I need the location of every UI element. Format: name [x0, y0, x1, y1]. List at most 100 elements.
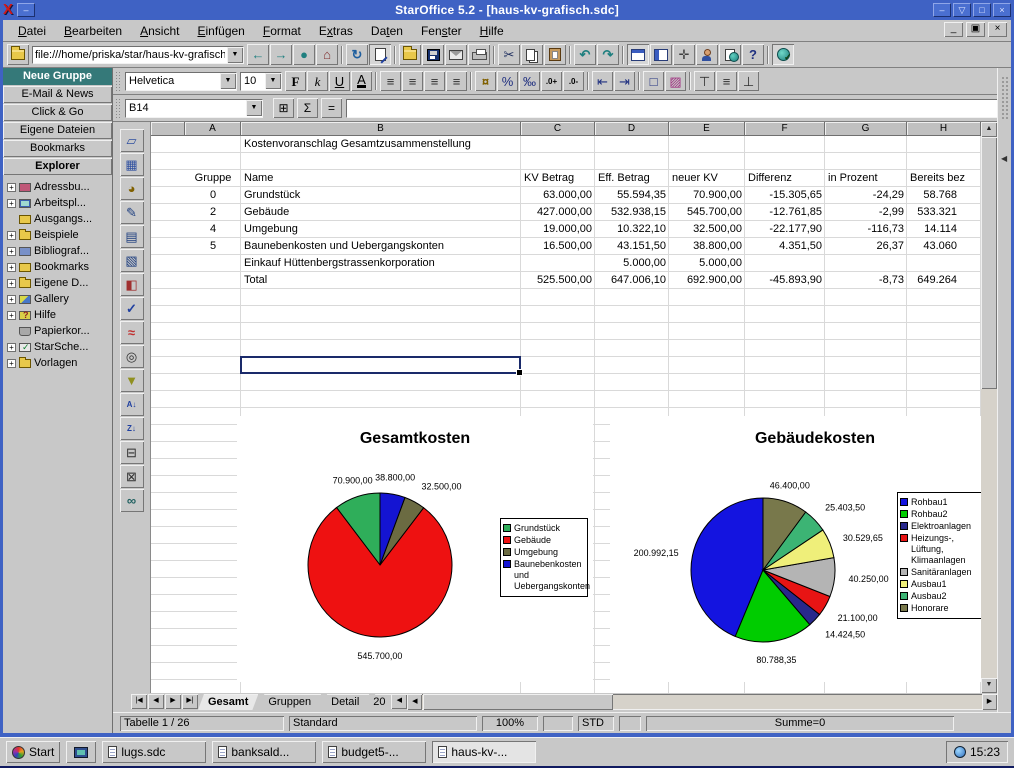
cell-B7[interactable]: Baunebenkosten und Uebergangskonten	[241, 238, 521, 255]
sheet-tab-gruppen[interactable]: Gruppen	[258, 694, 321, 710]
autofilter-button[interactable]: ▼	[120, 369, 144, 392]
chart-object-1[interactable]: Gesamtkosten70.900,00545.700,0032.500,00…	[237, 416, 593, 682]
document-minimize-button[interactable]: _	[944, 22, 963, 37]
help-agent-button[interactable]: ?	[742, 44, 764, 65]
cell-B1[interactable]: Kostenvoranschlag Gesamtzusammenstellung	[241, 136, 641, 153]
sheet-area-dropdown[interactable]: ▼	[246, 100, 262, 116]
tree-expander-icon[interactable]: +	[7, 231, 16, 240]
cell-C9[interactable]: 525.500,00	[521, 272, 595, 289]
cell-A5[interactable]: 2	[185, 204, 241, 221]
tree-item-beispiele[interactable]: +Beispiele	[7, 227, 112, 243]
cell-G5[interactable]: -2,99	[825, 204, 907, 221]
cell-D3[interactable]: Eff. Betrag	[595, 170, 669, 187]
cell-E5[interactable]: 545.700,00	[669, 204, 745, 221]
vertical-scrollbar[interactable]: ▲ ▼	[981, 122, 997, 693]
window-close-button[interactable]: ×	[993, 3, 1011, 17]
task-lugssdc[interactable]: lugs.sdc	[102, 741, 206, 763]
document-close-button[interactable]: ×	[988, 22, 1007, 37]
tree-item-papierkor[interactable]: +Papierkor...	[7, 323, 112, 339]
next-sheet-button[interactable]: ▶	[165, 694, 181, 709]
align-top-button[interactable]: ⊤	[694, 71, 715, 91]
cell-C7[interactable]: 16.500,00	[521, 238, 595, 255]
sidebar-group-e-mail-news[interactable]: E-Mail & News	[3, 86, 112, 103]
number-format-currency-button[interactable]: ¤	[475, 71, 496, 91]
task-budget5[interactable]: budget5-...	[322, 741, 426, 763]
font-color-button[interactable]: A	[351, 71, 372, 91]
align-center-button[interactable]: ≡	[402, 71, 423, 91]
document-as-email-button[interactable]	[445, 44, 467, 65]
online-layout-button[interactable]	[772, 44, 794, 65]
reload-button[interactable]: ↻	[346, 44, 368, 65]
tree-item-bookmarks[interactable]: +Bookmarks	[7, 259, 112, 275]
cell-C5[interactable]: 427.000,00	[521, 204, 595, 221]
document-restore-button[interactable]: ▣	[966, 22, 985, 37]
sheet-area-combo[interactable]: B14 ▼	[125, 99, 263, 118]
cell-D5[interactable]: 532.938,15	[595, 204, 669, 221]
tree-item-starsche[interactable]: +StarSche...	[7, 339, 112, 355]
sum-button[interactable]: Σ	[297, 98, 318, 118]
tree-item-adressbu[interactable]: +Adressbu...	[7, 179, 112, 195]
sheet-tab-detail[interactable]: Detail	[321, 694, 369, 710]
save-button[interactable]	[422, 44, 444, 65]
cell-A6[interactable]: 4	[185, 221, 241, 238]
tree-item-bibliograf[interactable]: +Bibliograf...	[7, 243, 112, 259]
align-right-button[interactable]: ≡	[424, 71, 445, 91]
cell-H9[interactable]: 649.264	[907, 272, 981, 289]
edit-file-button[interactable]	[369, 44, 391, 65]
column-header-G[interactable]: G	[825, 122, 907, 136]
previous-sheet-button[interactable]: ◀	[148, 694, 164, 709]
cut-button[interactable]: ✂	[498, 44, 520, 65]
cell-B4[interactable]: Grundstück	[241, 187, 521, 204]
formula-bar-grip[interactable]	[115, 98, 122, 118]
align-bottom-button[interactable]: ⊥	[738, 71, 759, 91]
font-size-dropdown[interactable]: ▼	[265, 73, 281, 89]
menu-fenster[interactable]: Fenster	[412, 22, 471, 40]
cell-H6[interactable]: 14.114	[907, 221, 981, 238]
task-hauskv[interactable]: haus-kv-...	[432, 741, 536, 763]
object-bar-grip[interactable]	[115, 71, 122, 91]
copy-button[interactable]	[521, 44, 543, 65]
cell-G4[interactable]: -24,29	[825, 187, 907, 204]
sidebar-group-eigene-dateien[interactable]: Eigene Dateien	[3, 122, 112, 139]
tree-expander-icon[interactable]: +	[7, 199, 16, 208]
function-list-button[interactable]: ⊞	[273, 98, 294, 118]
paste-button[interactable]	[544, 44, 566, 65]
open-button[interactable]	[399, 44, 421, 65]
cell-F9[interactable]: -45.893,90	[745, 272, 825, 289]
insert-button[interactable]: ▱	[120, 129, 144, 152]
column-header-H[interactable]: H	[907, 122, 981, 136]
print-button[interactable]	[468, 44, 490, 65]
menu-bearbeiten[interactable]: Bearbeiten	[55, 22, 131, 40]
cell-E8[interactable]: 5.000,00	[669, 255, 745, 272]
tree-expander-icon[interactable]: +	[7, 311, 16, 320]
spellcheck-button[interactable]: ✓	[120, 297, 144, 320]
align-center-vertical-button[interactable]: ≡	[716, 71, 737, 91]
cell-E7[interactable]: 38.800,00	[669, 238, 745, 255]
auto-spellcheck-button[interactable]: ≈	[120, 321, 144, 344]
cell-B5[interactable]: Gebäude	[241, 204, 521, 221]
tree-item-gallery[interactable]: +Gallery	[7, 291, 112, 307]
window-shade-button[interactable]: ▽	[953, 3, 971, 17]
insert-database-range-button[interactable]: ⊠	[120, 465, 144, 488]
back-button[interactable]: ←	[247, 44, 269, 65]
menu-hilfe[interactable]: Hilfe	[471, 22, 513, 40]
cell-A7[interactable]: 5	[185, 238, 241, 255]
cell-H4[interactable]: 58.768	[907, 187, 981, 204]
font-name-dropdown[interactable]: ▼	[220, 73, 236, 89]
scroll-left-button[interactable]: ◀	[407, 694, 422, 710]
cell-E3[interactable]: neuer KV	[669, 170, 745, 187]
column-header-D[interactable]: D	[595, 122, 669, 136]
scroll-right-button[interactable]: ▶	[982, 694, 997, 710]
start-button[interactable]: Start	[6, 741, 60, 763]
menu-daten[interactable]: Daten	[362, 22, 412, 40]
tree-expander-icon[interactable]: +	[7, 183, 16, 192]
home-button[interactable]: ⌂	[316, 44, 338, 65]
cell-H3[interactable]: Bereits bez	[907, 170, 981, 187]
decrease-indent-button[interactable]: ⇤	[592, 71, 613, 91]
borders-button[interactable]: □	[643, 71, 664, 91]
group-button[interactable]: ⊟	[120, 441, 144, 464]
column-header-B[interactable]: B	[241, 122, 521, 136]
cell-F4[interactable]: -15.305,65	[745, 187, 825, 204]
cell-B9[interactable]: Total	[241, 272, 521, 289]
menu-datei[interactable]: Datei	[9, 22, 55, 40]
